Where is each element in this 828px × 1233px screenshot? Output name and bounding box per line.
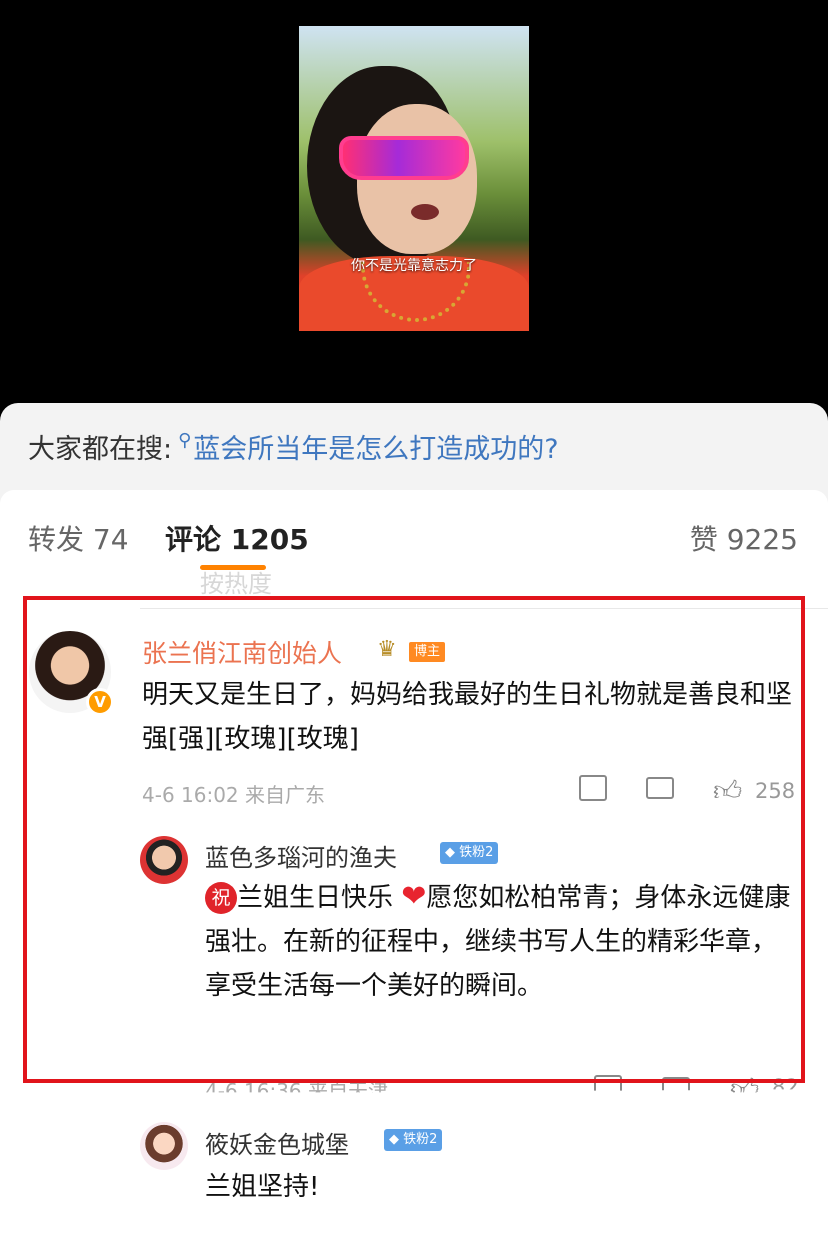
trending-search-link[interactable]: 蓝会所当年是怎么打造成功的?: [193, 427, 558, 466]
tab-like[interactable]: 赞 9225: [690, 518, 798, 558]
comment-author-name[interactable]: 筱妖金色城堡: [205, 1125, 349, 1160]
reply-author-name[interactable]: 蓝色多瑙河的渔夫: [205, 838, 397, 873]
comments-section: 转发 74 评论 1205 赞 9225 按热度: [0, 490, 828, 1233]
trending-search-bar[interactable]: 大家都在搜: ⚲ 蓝会所当年是怎么打造成功的?: [0, 403, 828, 490]
comment-text: 明天又是生日了，妈妈给我最好的生日礼物就是善良和坚强[强][玫瑰][玫瑰]: [142, 680, 793, 754]
fan-level-label: 铁粉2: [403, 1132, 438, 1147]
tab-comment[interactable]: 评论 1205: [165, 518, 309, 558]
share-icon[interactable]: [579, 775, 607, 801]
reply-icon[interactable]: [646, 777, 674, 799]
avatar[interactable]: [140, 1122, 188, 1170]
tab-repost[interactable]: 转发 74: [28, 518, 129, 558]
tab-bar: 转发 74 评论 1205 赞 9225 按热度: [0, 490, 828, 598]
comment-text: 兰姐坚持!: [205, 1172, 320, 1202]
blogger-badge: 博主: [409, 642, 446, 662]
fan-level-badge: ◆ 铁粉2: [440, 842, 499, 864]
reply-text: 祝兰姐生日快乐 ❤愿您如松柏常青；身体永远健康强壮。在新的征程中，继续书写人生的…: [205, 875, 795, 1008]
comment-author-name[interactable]: 张兰俏江南创始人: [142, 634, 342, 670]
comment-panel: 大家都在搜: ⚲ 蓝会所当年是怎么打造成功的? 转发 74 评论 1205 赞 …: [0, 403, 828, 1233]
search-icon: ⚲: [178, 430, 192, 451]
divider: [140, 608, 828, 609]
video-person-mouth: [411, 204, 439, 220]
thumbs-up-icon[interactable]: 👍︎: [713, 774, 742, 808]
crown-icon: ♛: [377, 637, 397, 662]
active-tab-indicator: [200, 565, 266, 570]
comment-meta: 4-6 16:02 来自广东: [142, 783, 326, 807]
like-count: 258: [755, 779, 796, 803]
verified-badge-icon: V: [86, 688, 114, 716]
reply-text-part-1: 兰姐生日快乐: [237, 883, 394, 913]
trending-search-prefix: 大家都在搜:: [28, 434, 173, 465]
fan-level-badge: ◆ 铁粉2: [384, 1129, 443, 1151]
fan-level-label: 铁粉2: [459, 845, 494, 860]
video-frame[interactable]: 你不是光靠意志力了: [299, 26, 529, 331]
celebrate-icon: 祝: [205, 882, 237, 914]
avatar[interactable]: [140, 836, 188, 884]
video-player[interactable]: 你不是光靠意志力了: [0, 0, 828, 420]
heart-icon: ❤: [401, 879, 427, 914]
video-caption: 你不是光靠意志力了: [351, 258, 477, 274]
video-sunglasses: [339, 136, 469, 180]
